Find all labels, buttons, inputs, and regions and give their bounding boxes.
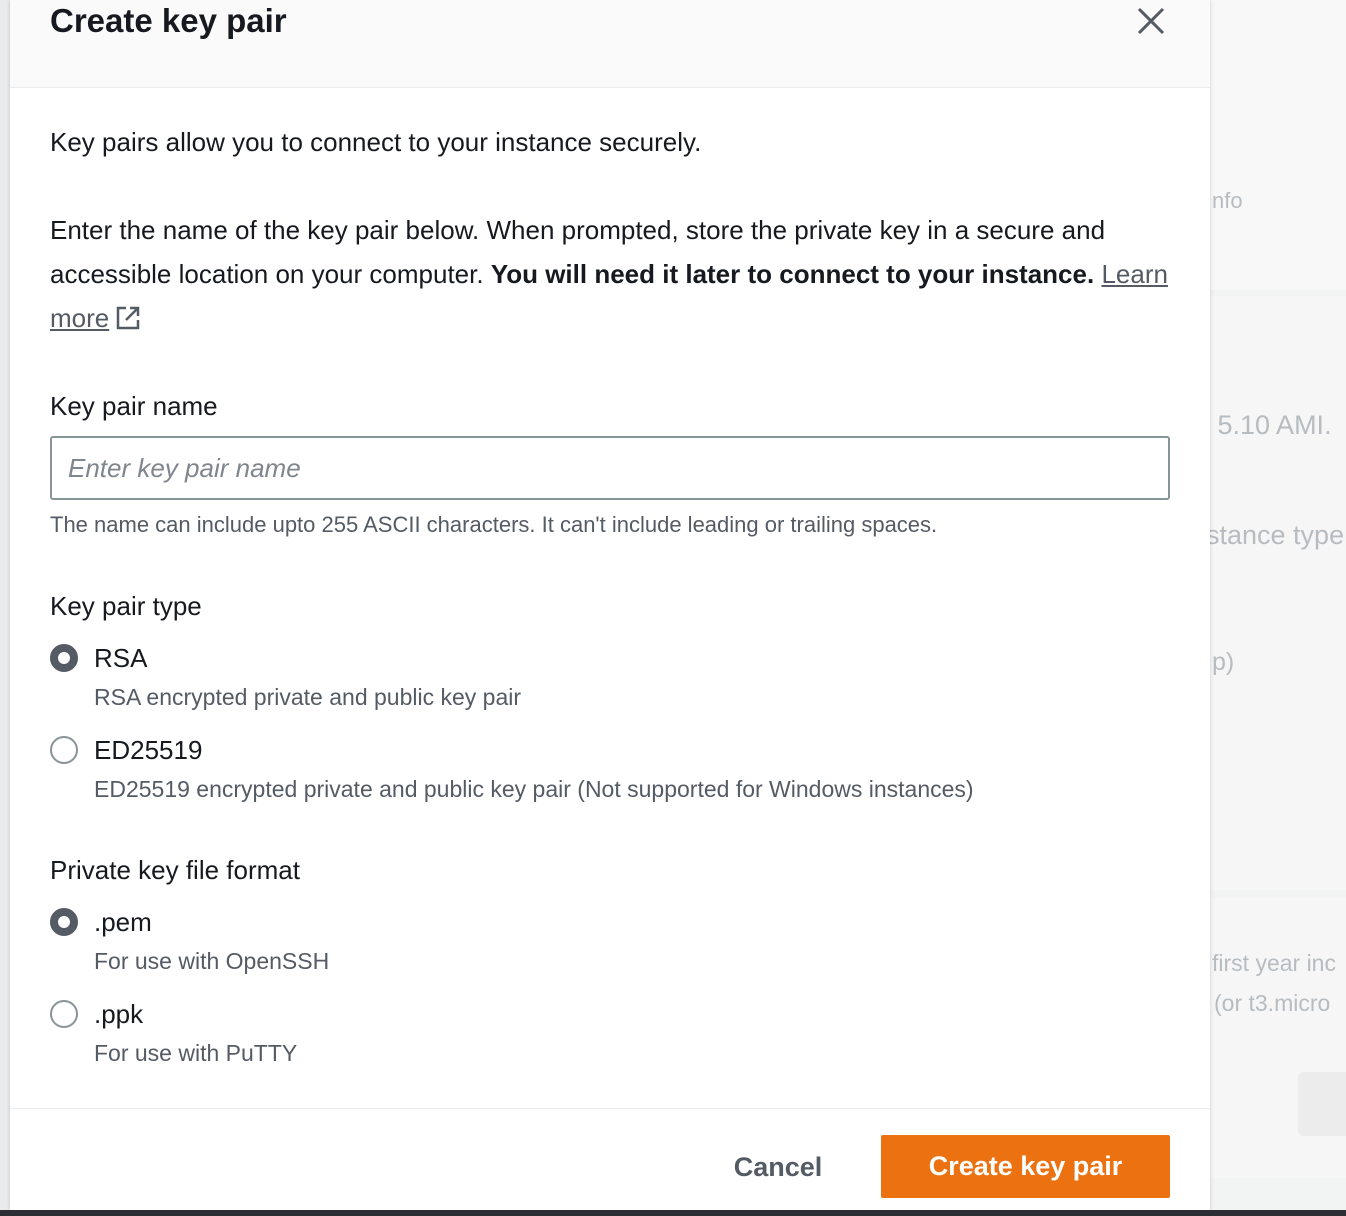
cancel-button[interactable]: Cancel [710,1135,846,1199]
background-text: first year inc [1212,950,1336,976]
radio-label-pem: .pem [94,907,152,937]
radio-option-ed25519[interactable]: ED25519 ED25519 encrypted private and pu… [50,732,1150,808]
create-key-pair-dialog: Create key pair Key pairs allow you to c… [10,0,1210,1211]
radio-description-ed25519: ED25519 encrypted private and public key… [94,776,974,802]
background-text: l 5.10 AMI. [1204,410,1332,440]
private-key-format-label: Private key file format [50,855,300,885]
radio-label-ppk: .ppk [94,999,144,1029]
background-panel [1210,898,1346,1178]
radio-description-pem: For use with OpenSSH [94,948,330,974]
instructions-bold: You will need it later to connect to you… [490,259,1095,289]
key-pair-name-hint: The name can include upto 255 ASCII char… [50,512,938,537]
key-pair-name-input[interactable] [50,436,1170,500]
key-pair-name-label: Key pair name [50,391,218,421]
background-panel [1210,296,1346,890]
background-text: nfo [1212,188,1243,213]
radio-button-pem[interactable] [50,908,78,936]
bottom-bar [0,1210,1346,1216]
radio-option-ppk[interactable]: .ppk For use with PuTTY [50,996,1150,1072]
instructions-text: Enter the name of the key pair below. Wh… [50,208,1180,340]
background-text: p) [1212,648,1235,676]
background-panel [1210,0,1346,290]
radio-button-rsa[interactable] [50,644,78,672]
background-text: (or t3.micro [1214,990,1331,1016]
background-text: stance type [1206,520,1345,550]
radio-label-ed25519: ED25519 [94,735,203,765]
create-key-pair-button[interactable]: Create key pair [881,1135,1170,1198]
radio-button-ppk[interactable] [50,1000,78,1028]
close-button[interactable] [1134,4,1168,38]
dialog-header: Create key pair [10,0,1210,88]
radio-label-rsa: RSA [94,643,148,673]
dialog-footer: Cancel Create key pair [10,1108,1210,1211]
radio-option-pem[interactable]: .pem For use with OpenSSH [50,904,1150,980]
background-button [1298,1072,1346,1136]
dialog-title: Create key pair [50,2,287,39]
external-link-icon [117,306,140,330]
radio-button-ed25519[interactable] [50,736,78,764]
radio-description-rsa: RSA encrypted private and public key pai… [94,684,522,710]
radio-option-rsa[interactable]: RSA RSA encrypted private and public key… [50,640,1150,716]
key-pair-type-label: Key pair type [50,591,202,621]
radio-description-ppk: For use with PuTTY [94,1040,298,1066]
background-left-strip [0,0,10,1216]
close-icon [1137,7,1165,35]
intro-text: Key pairs allow you to connect to your i… [50,127,702,157]
